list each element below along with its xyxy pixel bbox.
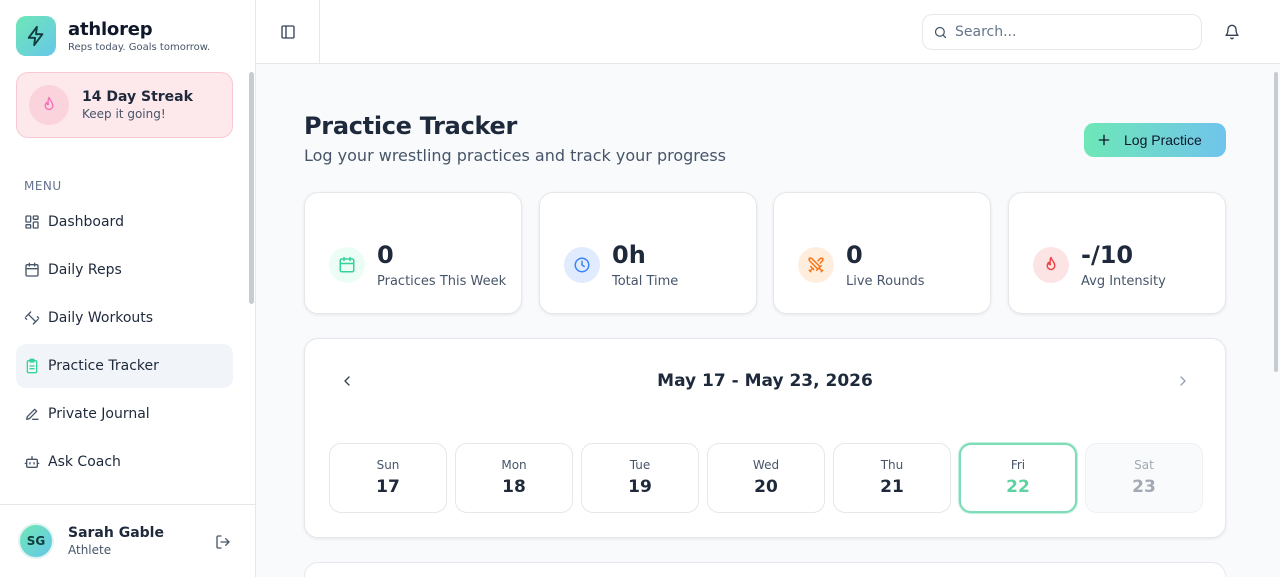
day-monday[interactable]: Mon 18 <box>455 443 573 513</box>
brand-name: athlorep <box>68 18 153 40</box>
brand-tagline: Reps today. Goals tomorrow. <box>68 41 211 53</box>
stat-label: Total Time <box>612 274 679 289</box>
bot-icon <box>24 454 40 470</box>
day-number: 17 <box>376 477 400 497</box>
stat-card-practices: 0 Practices This Week <box>304 192 522 314</box>
search-box[interactable] <box>922 14 1202 50</box>
stat-value: 0h <box>612 241 646 269</box>
day-name: Fri <box>1010 458 1026 472</box>
day-number: 21 <box>880 477 904 497</box>
dumbbell-icon <box>24 310 40 326</box>
sidebar-item-daily-workouts[interactable]: Daily Workouts <box>16 296 233 340</box>
chevron-right-icon <box>1180 376 1186 386</box>
top-header <box>256 0 1280 64</box>
streak-card: 14 Day Streak Keep it going! <box>16 72 233 138</box>
flame-icon <box>29 85 69 125</box>
day-name: Tue <box>629 458 651 472</box>
sidebar-scrollbar[interactable] <box>249 72 254 304</box>
day-name: Wed <box>752 458 780 472</box>
brand[interactable]: athlorep Reps today. Goals tomorrow. <box>16 16 210 56</box>
day-number: 23 <box>1132 477 1156 497</box>
stat-card-total-time: 0h Total Time <box>539 192 757 314</box>
sidebar-toggle-button[interactable] <box>256 0 320 63</box>
lightning-icon <box>16 16 56 56</box>
sidebar: athlorep Reps today. Goals tomorrow. 14 … <box>0 0 256 577</box>
day-thursday[interactable]: Thu 21 <box>833 443 951 513</box>
day-name: Mon <box>501 458 527 472</box>
user-profile: SG Sarah Gable Athlete <box>0 504 255 577</box>
clipboard-icon <box>24 358 40 374</box>
stat-value: 0 <box>377 241 394 269</box>
stat-card-live-rounds: 0 Live Rounds <box>773 192 991 314</box>
sidebar-item-label: Practice Tracker <box>48 358 159 374</box>
day-name: Thu <box>880 458 904 472</box>
sidebar-item-daily-reps[interactable]: Daily Reps <box>16 248 233 292</box>
day-name: Sat <box>1134 458 1154 472</box>
user-role: Athlete <box>68 543 112 557</box>
stat-label: Live Rounds <box>846 274 925 289</box>
log-practice-label: Log Practice <box>1124 132 1202 148</box>
page-subtitle: Log your wrestling practices and track y… <box>304 146 727 165</box>
flame-icon <box>1033 247 1069 283</box>
sidebar-item-private-journal[interactable]: Private Journal <box>16 392 233 436</box>
log-practice-button[interactable]: Log Practice <box>1084 123 1226 157</box>
page-title: Practice Tracker <box>304 112 518 140</box>
panel-left-icon <box>280 24 295 39</box>
sidebar-menu: Dashboard Daily Reps Daily Workouts Prac… <box>16 200 233 488</box>
streak-subtitle: Keep it going! <box>82 107 166 121</box>
logout-icon[interactable] <box>214 533 232 551</box>
practice-list-card <box>304 562 1226 577</box>
page-scrollbar[interactable] <box>1274 72 1278 372</box>
sidebar-item-label: Daily Workouts <box>48 310 154 326</box>
dashboard-icon <box>24 214 40 230</box>
sidebar-item-label: Dashboard <box>48 214 124 230</box>
day-list: Sun 17 Mon 18 Tue 19 Wed 20 Thu 21 Fri 2… <box>329 443 1211 513</box>
day-number: 22 <box>1006 477 1030 497</box>
search-input[interactable] <box>955 24 1185 40</box>
week-range-label: May 17 - May 23, 2026 <box>657 371 873 391</box>
avatar[interactable]: SG <box>18 523 54 559</box>
day-wednesday[interactable]: Wed 20 <box>707 443 825 513</box>
stat-value: -/10 <box>1081 241 1134 269</box>
day-friday[interactable]: Fri 22 <box>959 443 1077 513</box>
week-calendar: May 17 - May 23, 2026 Sun 17 Mon 18 Tue … <box>304 338 1226 538</box>
swords-icon <box>798 247 834 283</box>
calendar-icon <box>329 247 365 283</box>
sidebar-item-ask-coach[interactable]: Ask Coach <box>16 440 233 484</box>
stat-label: Avg Intensity <box>1081 274 1166 289</box>
sidebar-item-dashboard[interactable]: Dashboard <box>16 200 233 244</box>
sidebar-item-label: Ask Coach <box>48 454 121 470</box>
day-saturday: Sat 23 <box>1085 443 1203 513</box>
user-name: Sarah Gable <box>68 525 164 541</box>
sidebar-item-label: Private Journal <box>48 406 150 422</box>
sidebar-item-practice-tracker[interactable]: Practice Tracker <box>16 344 233 388</box>
day-tuesday[interactable]: Tue 19 <box>581 443 699 513</box>
day-number: 20 <box>754 477 778 497</box>
menu-label: MENU <box>24 179 62 193</box>
stat-label: Practices This Week <box>377 274 507 289</box>
pen-icon <box>24 406 40 422</box>
day-number: 18 <box>502 477 526 497</box>
calendar-icon <box>24 262 40 278</box>
clock-icon <box>564 247 600 283</box>
stat-card-avg-intensity: -/10 Avg Intensity <box>1008 192 1226 314</box>
sidebar-item-label: Daily Reps <box>48 262 122 278</box>
notification-bell-icon[interactable] <box>1222 22 1242 42</box>
day-sunday[interactable]: Sun 17 <box>329 443 447 513</box>
day-name: Sun <box>376 458 400 472</box>
streak-title: 14 Day Streak <box>82 89 193 105</box>
day-number: 19 <box>628 477 652 497</box>
stat-value: 0 <box>846 241 863 269</box>
next-week-button[interactable] <box>1171 369 1195 393</box>
search-icon <box>934 26 947 38</box>
plus-icon <box>1098 134 1110 146</box>
